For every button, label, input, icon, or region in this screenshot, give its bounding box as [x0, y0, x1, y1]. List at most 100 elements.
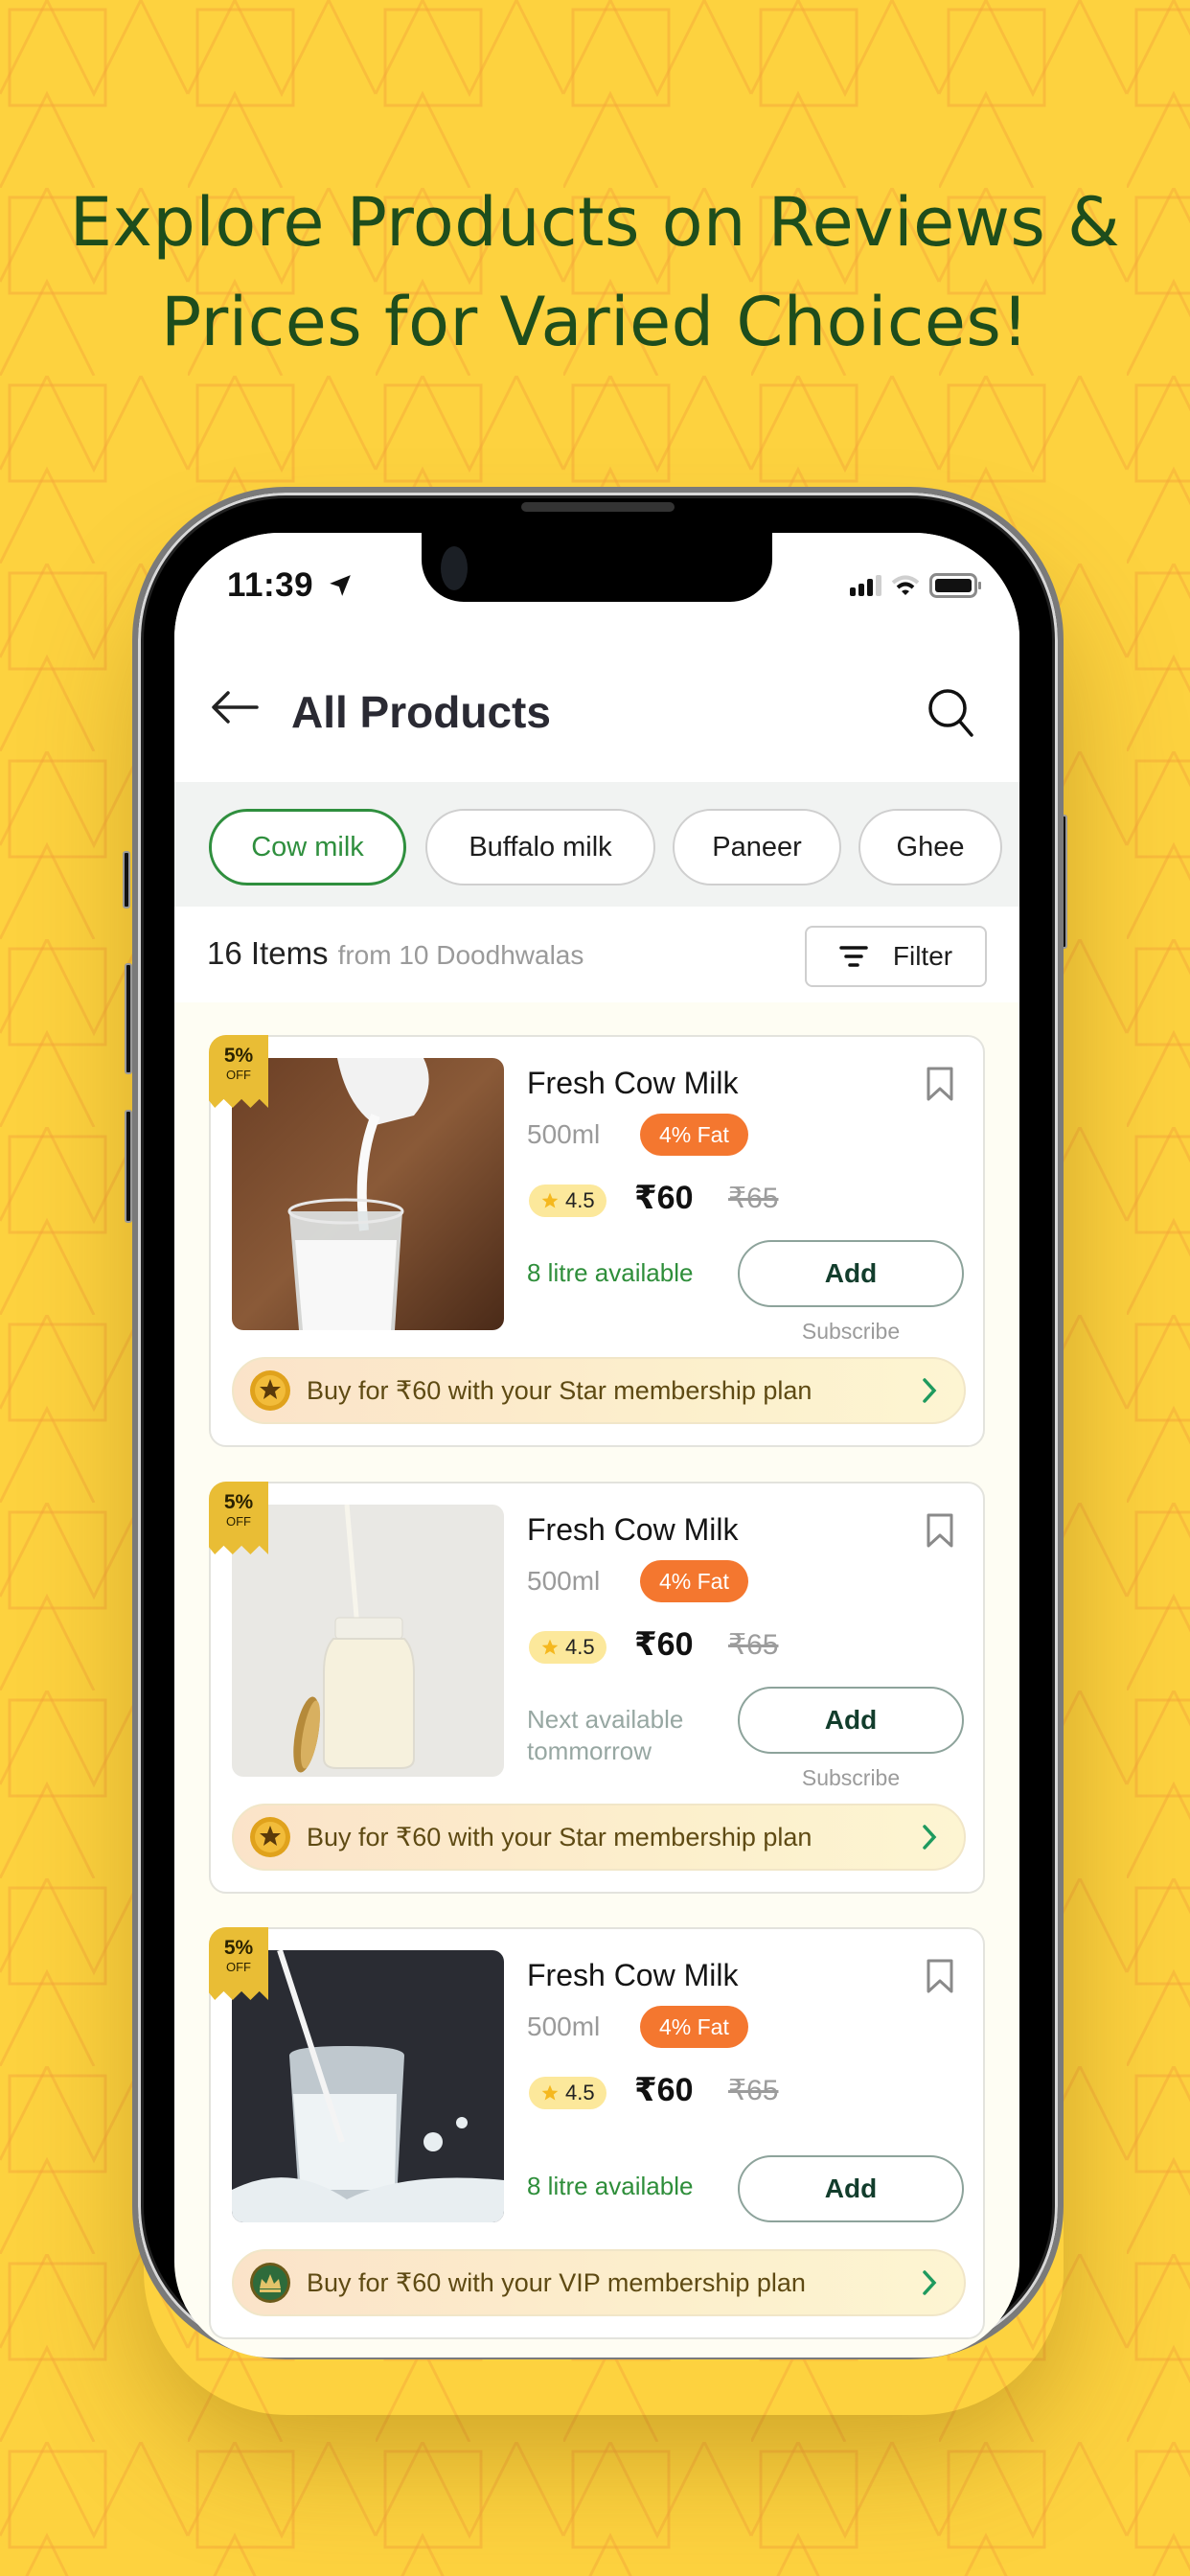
fat-badge: 4% Fat: [640, 2006, 748, 2048]
bookmark-icon[interactable]: [926, 1512, 954, 1549]
membership-text: Buy for ₹60 with your VIP membership pla…: [307, 2267, 806, 2297]
product-name: Fresh Cow Milk: [527, 1958, 739, 1992]
fat-badge: 4% Fat: [640, 1114, 748, 1156]
discount-ribbon: 5% OFF: [209, 1927, 268, 2000]
notch: [422, 533, 772, 602]
battery-icon: [929, 573, 981, 598]
headline-line-2: Prices for Varied Choices!: [161, 283, 1029, 361]
add-button[interactable]: Add: [738, 1687, 964, 1754]
star-coin-icon: [250, 1370, 290, 1411]
phone-volume-up: [125, 963, 132, 1074]
availability: 8 litre available: [527, 2172, 694, 2200]
milk-bottle-image: [232, 1505, 504, 1777]
product-quantity: 500ml: [527, 1566, 601, 1596]
discount-off-label: OFF: [226, 1514, 251, 1529]
phone-speaker: [521, 502, 675, 512]
original-price: ₹65: [728, 1183, 779, 1214]
search-icon[interactable]: [927, 688, 975, 738]
chip-paneer[interactable]: Paneer: [673, 809, 841, 886]
filter-label: Filter: [892, 941, 953, 971]
category-chips: Cow milk Buffalo milk Paneer Ghee: [174, 782, 1019, 907]
rating-value: 4.5: [565, 2081, 595, 2104]
star-coin-icon: [250, 1817, 290, 1857]
discount-percent: 5%: [223, 1045, 254, 1067]
availability: Next available tommorrow: [527, 1705, 684, 1765]
subscribe-link[interactable]: Subscribe: [738, 1319, 964, 1345]
phone-mute-switch: [123, 851, 130, 908]
crown-badge-icon: [250, 2263, 290, 2303]
app-bar: All Products: [174, 638, 1019, 782]
product-quantity: 500ml: [527, 1119, 601, 1149]
membership-offer[interactable]: Buy for ₹60 with your VIP membership pla…: [232, 2249, 966, 2316]
original-price: ₹65: [728, 1629, 779, 1661]
chip-label: Cow milk: [251, 831, 364, 862]
product-image[interactable]: [232, 1058, 504, 1330]
rating-value: 4.5: [565, 1188, 595, 1212]
add-label: Add: [824, 1258, 878, 1288]
add-label: Add: [824, 1705, 878, 1735]
page-title: All Products: [291, 687, 551, 737]
membership-text: Buy for ₹60 with your Star membership pl…: [307, 1375, 812, 1405]
add-button[interactable]: Add: [738, 2155, 964, 2222]
phone-volume-down: [125, 1110, 132, 1223]
rating-pill: 4.5: [529, 1184, 606, 1217]
price: ₹60: [634, 2072, 694, 2108]
wifi-icon: [891, 575, 920, 595]
filter-icon: [839, 946, 868, 967]
discount-ribbon: 5% OFF: [209, 1035, 268, 1108]
product-card[interactable]: 5% OFF Fresh Cow Milk 500ml 4% Fat 4.5 ₹6…: [209, 1482, 985, 1894]
location-arrow-icon: [330, 575, 351, 596]
chip-label: Buffalo milk: [469, 831, 612, 862]
status-time: 11:39: [227, 566, 314, 604]
product-image[interactable]: [232, 1950, 504, 2222]
chip-label: Ghee: [896, 831, 965, 862]
results-summary: 16 Items from 10 Doodhwalas Filter: [174, 907, 1019, 1002]
chevron-right-icon: [923, 1825, 937, 1850]
rating-pill: 4.5: [529, 1631, 606, 1664]
subscribe-link[interactable]: Subscribe: [738, 1765, 964, 1791]
bookmark-icon[interactable]: [926, 1958, 954, 1994]
add-label: Add: [824, 2174, 878, 2203]
item-count: 16 Items: [207, 935, 329, 971]
product-image[interactable]: [232, 1505, 504, 1777]
rating-value: 4.5: [565, 1635, 595, 1659]
milk-pouring-image: [232, 1058, 504, 1330]
original-price: ₹65: [728, 2075, 779, 2106]
filter-button[interactable]: Filter: [805, 926, 987, 987]
fat-badge: 4% Fat: [640, 1560, 748, 1602]
star-icon: [541, 2084, 559, 2101]
headline-line-1: Explore Products on Reviews &: [69, 183, 1121, 262]
price: ₹60: [634, 1626, 694, 1663]
front-camera: [441, 546, 468, 590]
milk-splash-image: [232, 1950, 504, 2222]
chip-cow-milk[interactable]: Cow milk: [209, 809, 406, 886]
arrow-left-icon[interactable]: [211, 690, 259, 724]
product-name: Fresh Cow Milk: [527, 1066, 739, 1100]
product-card[interactable]: 5% OFF Fresh Cow Milk 500ml 4% Fat 4.5 ₹6…: [209, 1927, 985, 2339]
price: ₹60: [634, 1180, 694, 1216]
chip-label: Paneer: [712, 831, 802, 862]
discount-percent: 5%: [223, 1491, 254, 1513]
membership-text: Buy for ₹60 with your Star membership pl…: [307, 1822, 812, 1852]
discount-ribbon: 5% OFF: [209, 1482, 268, 1554]
discount-off-label: OFF: [226, 1068, 251, 1082]
product-quantity: 500ml: [527, 2012, 601, 2041]
membership-offer[interactable]: Buy for ₹60 with your Star membership pl…: [232, 1804, 966, 1871]
promo-headline: Explore Products on Reviews & Prices for…: [0, 172, 1190, 372]
vendor-count: from 10 Doodhwalas: [337, 940, 584, 970]
chevron-right-icon: [923, 1378, 937, 1403]
phone-screen: 11:39 All Products Cow milk Buffalo milk…: [174, 533, 1019, 2358]
bookmark-icon[interactable]: [926, 1066, 954, 1102]
add-button[interactable]: Add: [738, 1240, 964, 1307]
product-card[interactable]: 5% OFF Fresh Cow Milk 500ml 4% Fat 4.5 ₹6…: [209, 1035, 985, 1447]
product-name: Fresh Cow Milk: [527, 1512, 739, 1547]
chip-ghee[interactable]: Ghee: [858, 809, 1002, 886]
chevron-right-icon: [923, 2270, 937, 2295]
discount-percent: 5%: [223, 1937, 254, 1959]
discount-off-label: OFF: [226, 1960, 251, 1974]
star-icon: [541, 1639, 559, 1655]
signal-icon: [850, 575, 881, 596]
star-icon: [541, 1192, 559, 1208]
chip-buffalo-milk[interactable]: Buffalo milk: [425, 809, 655, 886]
membership-offer[interactable]: Buy for ₹60 with your Star membership pl…: [232, 1357, 966, 1424]
